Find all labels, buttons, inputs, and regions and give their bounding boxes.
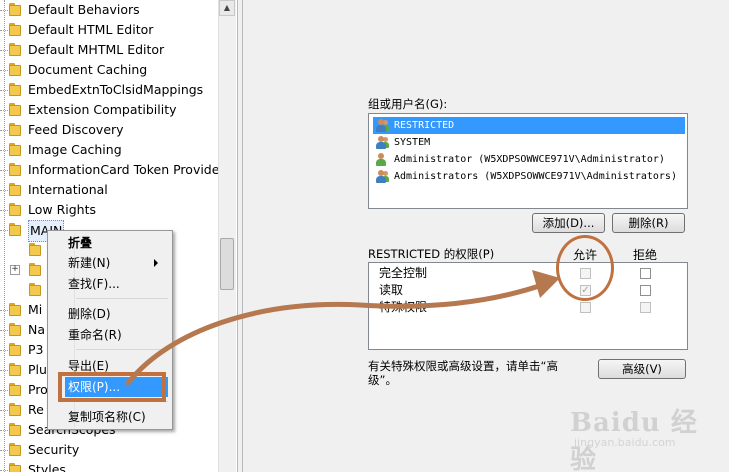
tree-item-label: P3 — [28, 342, 44, 357]
permission-label: 读取 — [379, 283, 404, 297]
folder-icon — [9, 43, 21, 57]
tree-item-label: Default Behaviors — [28, 2, 140, 17]
tree-item-label: International — [28, 182, 108, 197]
tree-item-label: Default MHTML Editor — [28, 42, 165, 57]
submenu-arrow-icon — [154, 259, 158, 267]
folder-icon — [9, 143, 21, 157]
tree-item-label: Styles — [28, 462, 66, 472]
user-name: RESTRICTED — [394, 120, 455, 131]
folder-icon — [9, 403, 21, 417]
annotation-highlight-box — [58, 372, 166, 402]
user-row-administrators[interactable]: Administrators (W5XDPSOWWCE971V\Administ… — [373, 168, 685, 185]
tree-item-label: Security — [28, 442, 80, 457]
context-menu: 折叠 新建(N) 查找(F)... 删除(D) 重命名(R) 导出(E) 权限(… — [47, 230, 173, 430]
permissions-dialog: 组或用户名(G): RESTRICTED SYSTEM Administrato… — [243, 0, 729, 472]
folder-icon — [9, 23, 21, 37]
deny-full-control-checkbox[interactable] — [640, 268, 651, 279]
user-name: Administrators (W5XDPSOWWCE971V\Administ… — [394, 171, 677, 182]
folder-icon — [9, 383, 21, 397]
permissions-header-label: RESTRICTED 的权限(P) — [368, 247, 495, 261]
folder-icon — [9, 123, 21, 137]
folder-icon — [9, 63, 21, 77]
folder-icon — [9, 183, 21, 197]
tree-item-label: Low Rights — [28, 202, 97, 217]
users-group-icon — [375, 136, 389, 149]
folder-icon — [29, 283, 41, 297]
expand-icon[interactable]: + — [10, 265, 20, 275]
user-row-restricted[interactable]: RESTRICTED — [373, 117, 685, 134]
folder-icon — [29, 263, 41, 277]
advanced-hint-text-line2: 级”。 — [368, 373, 397, 387]
tree-item-label: Re — [28, 402, 44, 417]
menu-separator — [76, 349, 168, 350]
tree-item-label: EmbedExtnToClsidMappings — [28, 82, 204, 97]
user-name: SYSTEM — [394, 137, 431, 148]
permission-label: 完全控制 — [379, 266, 428, 280]
tree-item-label: InformationCard Token Provider — [28, 162, 225, 177]
user-name: Administrator (W5XDPSOWWCE971V\Administr… — [394, 154, 665, 165]
folder-icon — [9, 323, 21, 337]
scroll-thumb[interactable] — [220, 238, 234, 290]
tree-item-label: Pro — [28, 382, 48, 397]
menu-item-find[interactable]: 查找(F)... — [68, 274, 120, 294]
user-row-administrator[interactable]: Administrator (W5XDPSOWWCE971V\Administr… — [373, 151, 685, 168]
user-row-system[interactable]: SYSTEM — [373, 134, 685, 151]
advanced-button[interactable]: 高级(V) — [598, 359, 686, 379]
folder-icon — [9, 363, 21, 377]
tree-item-label: Feed Discovery — [28, 122, 124, 137]
menu-item-rename[interactable]: 重命名(R) — [68, 325, 122, 345]
folder-icon — [9, 303, 21, 317]
folder-icon — [9, 443, 21, 457]
tree-item-label: Na — [28, 322, 46, 337]
folder-icon — [9, 343, 21, 357]
tree-scrollbar[interactable]: ▲ — [218, 0, 236, 472]
folder-open-icon — [9, 223, 21, 237]
folder-icon — [9, 423, 21, 437]
menu-item-label: 新建(N) — [68, 256, 111, 270]
tree-item-label: Mi — [28, 302, 43, 317]
tree-item-label: Extension Compatibility — [28, 102, 177, 117]
allow-special-checkbox[interactable] — [580, 302, 591, 313]
tree-item-label: Plu — [28, 362, 47, 377]
users-listbox[interactable]: RESTRICTED SYSTEM Administrator (W5XDPSO… — [368, 113, 688, 209]
tree-item-label: Document Caching — [28, 62, 148, 77]
users-group-icon — [375, 170, 389, 183]
deny-read-checkbox[interactable] — [640, 285, 651, 296]
tree-item-label: Default HTML Editor — [28, 22, 154, 37]
remove-button[interactable]: 删除(R) — [612, 213, 685, 233]
user-icon — [375, 153, 389, 166]
permissions-list: 完全控制 读取 特殊权限 ✓ — [368, 262, 688, 350]
folder-icon — [9, 83, 21, 97]
menu-separator — [76, 298, 168, 299]
permission-label: 特殊权限 — [379, 300, 428, 314]
menu-item-copy-key-name[interactable]: 复制项名称(C) — [68, 407, 146, 427]
menu-item-new[interactable]: 新建(N) — [68, 253, 166, 273]
folder-icon — [9, 3, 21, 17]
users-group-icon — [375, 119, 389, 132]
add-button[interactable]: 添加(D)... — [532, 213, 605, 233]
deny-special-checkbox[interactable] — [640, 302, 651, 313]
deny-column-header: 拒绝 — [633, 248, 658, 262]
menu-item-delete[interactable]: 删除(D) — [68, 304, 111, 324]
scroll-up-icon[interactable]: ▲ — [219, 0, 235, 16]
folder-icon — [9, 103, 21, 117]
tree-item-label: Image Caching — [28, 142, 122, 157]
folder-icon — [9, 463, 21, 472]
menu-item-collapse[interactable]: 折叠 — [68, 233, 92, 253]
group-users-label: 组或用户名(G): — [368, 97, 448, 111]
folder-icon — [9, 203, 21, 217]
folder-icon — [9, 163, 21, 177]
folder-icon — [29, 243, 41, 257]
annotation-circle — [556, 235, 614, 301]
